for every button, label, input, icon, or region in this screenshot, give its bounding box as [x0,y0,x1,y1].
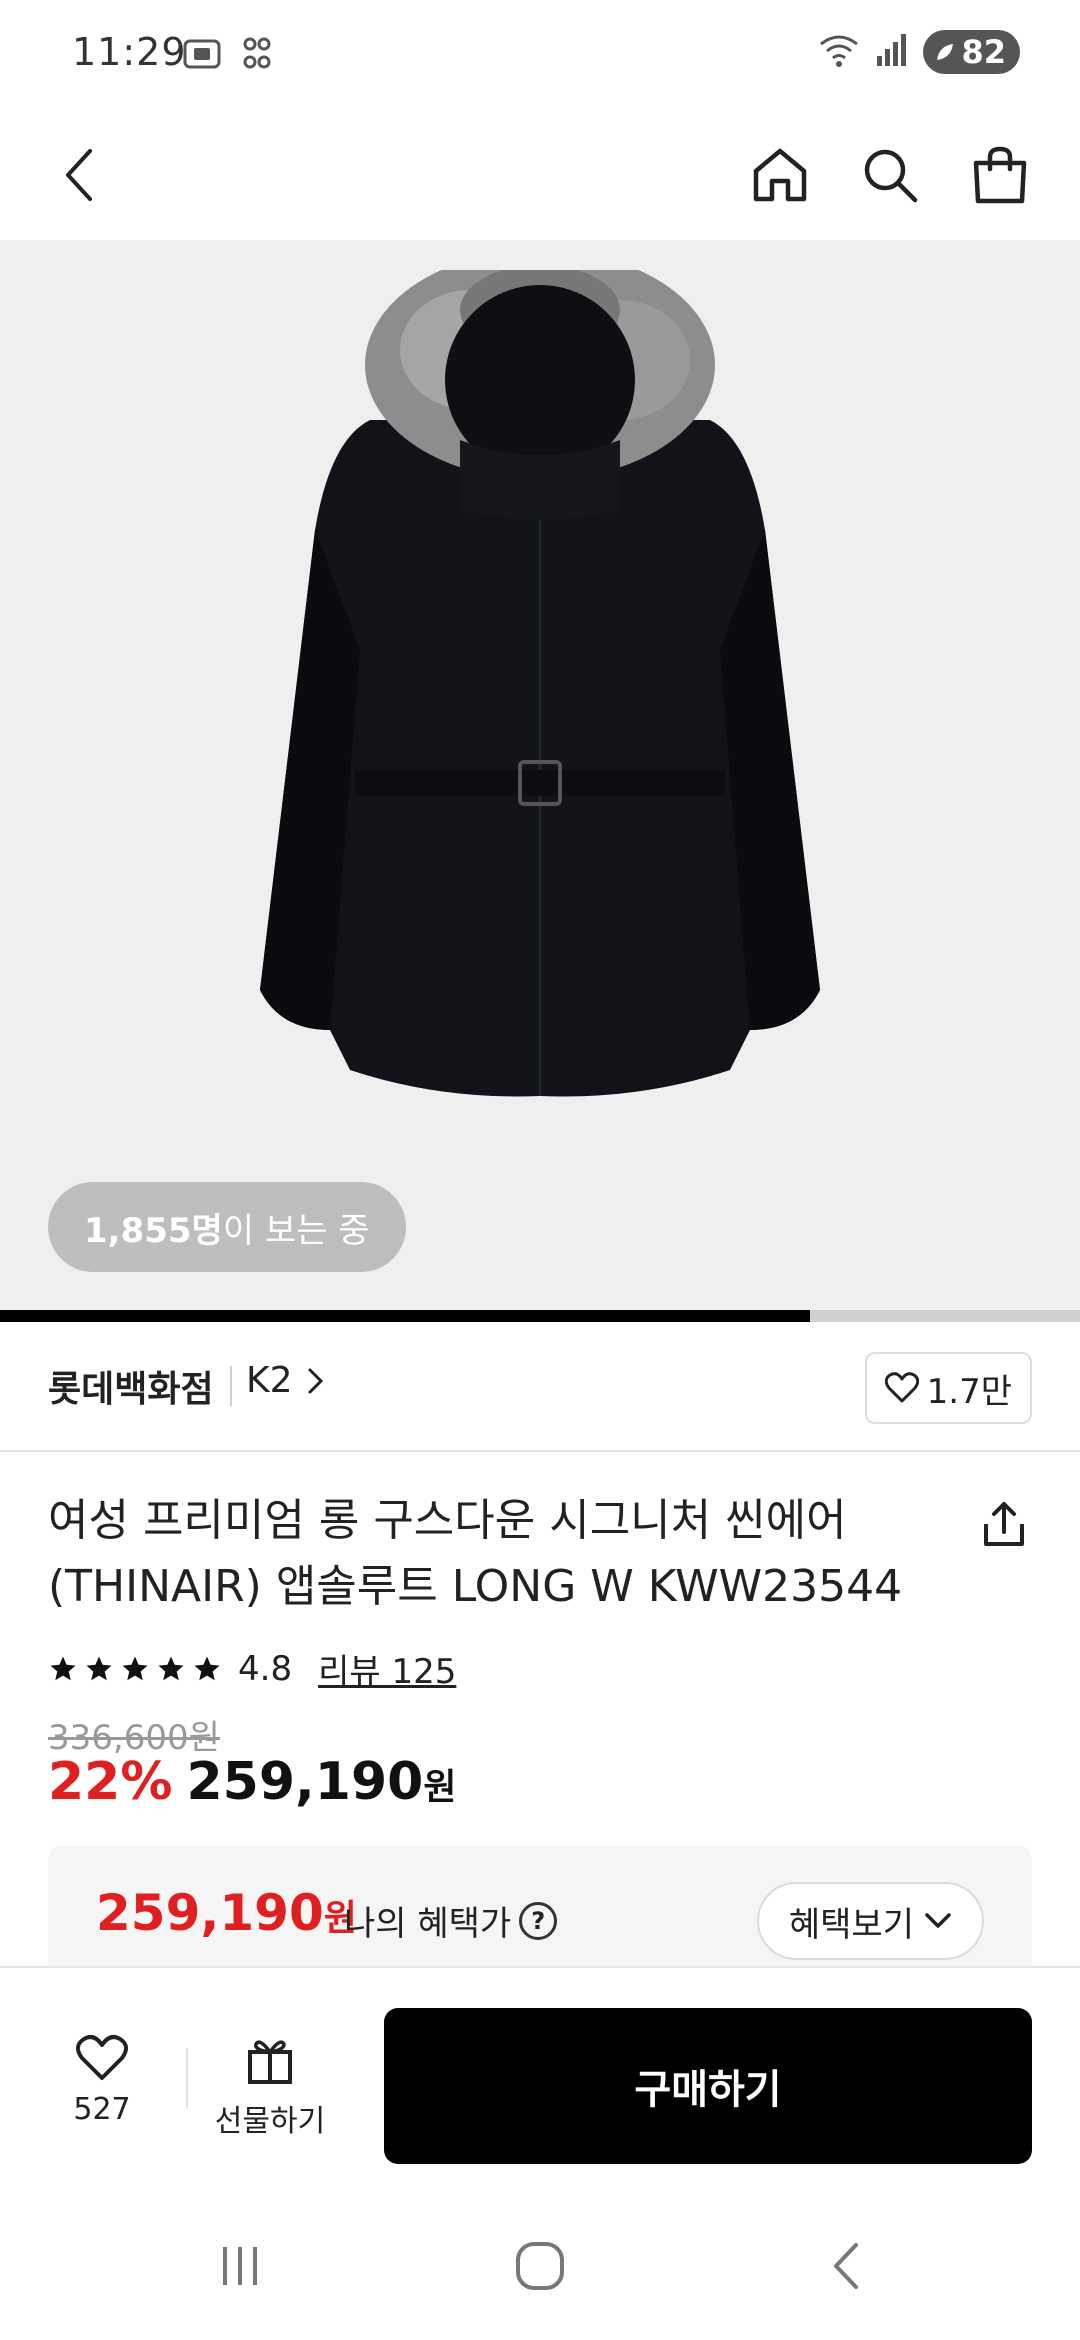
search-icon [864,149,918,203]
gift-label: 선물하기 [214,2104,326,2139]
rating-row: 4.8 리뷰 125 [48,1644,456,1693]
benefit-label-wrap: 나의 혜택가 ? [344,1896,558,1945]
brand-link[interactable]: K2 [246,1360,325,1401]
help-icon[interactable]: ? [519,1901,558,1940]
shopping-bag-icon [973,146,1027,204]
star-icon [86,1656,112,1680]
like-button[interactable]: 1.7만 [864,1352,1032,1424]
viewers-count: 1,855명 [84,1210,223,1251]
view-benefits-button[interactable]: 혜택보기 [756,1882,984,1960]
gift-button[interactable]: 선물하기 [210,2034,330,2140]
carousel-progress [0,1310,1080,1322]
wishlist-count: 527 [73,2092,131,2127]
seller-row: 롯데백화점 K2 1.7만 [0,1322,1080,1452]
share-button[interactable] [968,1488,1040,1560]
top-nav [0,110,1080,240]
sale-price-row: 22% 259,190원 [48,1752,456,1812]
heart-icon [884,1372,919,1403]
recent-apps-icon [223,2247,257,2285]
app-grid-icon [242,36,272,76]
home-button[interactable] [740,135,820,215]
like-count: 1.7만 [926,1371,1012,1412]
store-name[interactable]: 롯데백화점 [48,1360,214,1412]
benefit-price-wrap: 259,190원 [96,1884,357,1942]
status-icons-right: 82 [817,30,1020,74]
status-time: 11:29 [72,30,187,74]
battery-icon: 82 [923,30,1020,74]
product-image-carousel[interactable]: 1,855명 이 보는 중 [0,240,1080,1310]
status-icons-left [182,36,272,76]
product-title: 여성 프리미엄 롱 구스다운 시그니처 씬에어 (THINAIR) 앱솔루트 L… [48,1495,903,1612]
bottom-action-bar: 527 선물하기 구매하기 [0,1966,1080,2186]
rating-value: 4.8 [238,1648,293,1689]
star-icon [194,1656,220,1680]
star-icon [158,1656,184,1680]
buy-button[interactable]: 구매하기 [384,2008,1032,2164]
heart-icon [76,2035,128,2080]
gift-icon [248,2040,292,2084]
system-back-icon [834,2243,858,2289]
screenshot-icon [182,36,222,76]
viewers-badge: 1,855명 이 보는 중 [48,1182,406,1272]
home-system-button[interactable] [500,2226,580,2306]
benefit-price: 259,190 [96,1884,324,1942]
share-icon [984,1502,1024,1546]
cart-button[interactable] [960,135,1040,215]
back-icon [66,149,92,201]
viewers-suffix: 이 보는 중 [222,1210,370,1251]
carousel-progress-fill [0,1310,810,1322]
home-icon [753,148,807,202]
view-benefits-label: 혜택보기 [788,1904,914,1945]
benefit-label: 나의 혜택가 [344,1904,512,1944]
chevron-right-icon [308,1368,323,1393]
nav-actions [740,135,1040,215]
review-link[interactable]: 리뷰 125 [318,1644,456,1693]
status-bar: 11:29 82 [0,0,1080,110]
benefit-box: 259,190원 나의 혜택가 ? 혜택보기 [48,1846,1032,1966]
seller-divider [230,1366,232,1406]
product-image [260,270,820,1097]
system-nav-bar [0,2186,1080,2340]
star-icon [50,1656,76,1680]
signal-icon [875,32,909,72]
recent-apps-button[interactable] [200,2226,280,2306]
battery-level: 82 [961,33,1006,71]
star-icon [122,1656,148,1680]
system-back-button[interactable] [806,2226,886,2306]
wishlist-button[interactable]: 527 [52,2034,152,2127]
action-divider [186,2048,188,2108]
home-circle-icon [516,2242,564,2290]
chevron-down-icon [925,1913,951,1928]
rating-stars [48,1654,222,1684]
back-button[interactable] [40,135,120,215]
brand-name: K2 [246,1360,293,1401]
sale-currency: 원 [423,1767,457,1808]
wifi-icon [817,32,861,72]
sale-price: 259,190 [186,1752,424,1812]
search-button[interactable] [850,135,930,215]
discount-rate: 22% [48,1752,173,1812]
